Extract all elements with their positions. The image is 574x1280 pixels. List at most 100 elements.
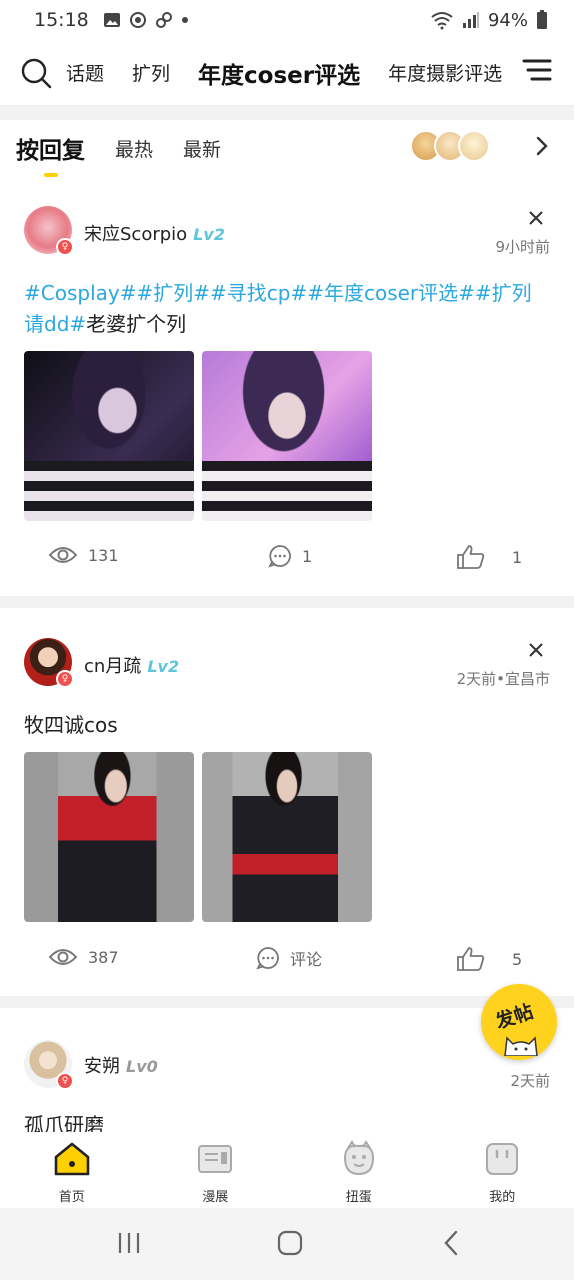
- post-stats: 387 评论 5: [0, 946, 574, 976]
- tab-annual-photography-vote[interactable]: 年度摄影评选: [388, 59, 502, 86]
- nav-home-label: 首页: [58, 1190, 85, 1205]
- comment-count: 1: [302, 546, 313, 566]
- gender-badge: ♀: [56, 670, 74, 688]
- tab-topics[interactable]: 话题: [66, 59, 104, 86]
- post-time: 9小时前: [495, 238, 550, 256]
- avatar[interactable]: ♀: [24, 638, 74, 688]
- eye-icon: [48, 949, 78, 965]
- nav-gacha-label: 扭蛋: [345, 1190, 372, 1205]
- tab-annual-coser-vote[interactable]: 年度coser评选: [198, 56, 360, 90]
- post-content: 孤爪研磨: [24, 1110, 550, 1132]
- thumbs-up-icon: [457, 545, 485, 569]
- home-button-icon[interactable]: [277, 1230, 303, 1256]
- level-badge: Lv2: [147, 657, 180, 676]
- sync-notification-icon: [129, 12, 146, 28]
- gacha-icon: [343, 1140, 374, 1176]
- like-button[interactable]: 5: [456, 946, 522, 972]
- system-navigation-bar: [0, 1208, 574, 1280]
- post-card[interactable]: ♀ 宋应Scorpio Lv2 9小时前 #Cosplay##扩列##寻找cp##…: [0, 186, 574, 596]
- status-bar: 15:18 94%: [0, 0, 574, 40]
- post-image[interactable]: [202, 752, 372, 922]
- profile-icon: [486, 1143, 519, 1175]
- post-content: 牧四诚cos: [24, 710, 550, 741]
- battery-percent: 94%: [487, 9, 528, 31]
- more-dot-icon: [181, 17, 188, 23]
- nav-expo[interactable]: 漫展: [144, 1132, 288, 1208]
- view-count-value: 387: [88, 947, 119, 967]
- expo-icon: [198, 1145, 233, 1173]
- bottom-navigation: 首页 漫展 扭蛋 我的: [0, 1132, 574, 1208]
- search-icon[interactable]: [20, 57, 52, 89]
- level-badge: Lv0: [126, 1057, 158, 1076]
- comment-button[interactable]: 1: [268, 544, 312, 568]
- close-icon[interactable]: [528, 642, 544, 658]
- signal-icon: [462, 12, 479, 28]
- post-time: 2天前•宜昌市: [456, 670, 550, 688]
- comment-icon: [256, 947, 279, 970]
- section-divider: [0, 596, 574, 608]
- nav-home[interactable]: 首页: [0, 1132, 144, 1208]
- sort-bar: 按回复 最热 最新: [0, 120, 574, 177]
- comment-icon: [268, 545, 291, 568]
- post-time: 2天前: [510, 1072, 550, 1090]
- recent-apps-icon[interactable]: [117, 1230, 141, 1256]
- sort-by-hot[interactable]: 最热: [115, 135, 153, 162]
- menu-icon[interactable]: [522, 57, 552, 83]
- view-count: 131: [48, 544, 119, 566]
- sort-by-reply[interactable]: 按回复: [16, 131, 85, 177]
- gallery-notification-icon: [103, 13, 120, 27]
- avatar[interactable]: ♀: [24, 1040, 74, 1090]
- tab-make-friends[interactable]: 扩列: [132, 59, 170, 86]
- post-content: #Cosplay##扩列##寻找cp##年度coser评选##扩列请dd#老婆扩…: [24, 278, 550, 340]
- post-image[interactable]: [24, 752, 194, 922]
- like-button[interactable]: 1: [456, 544, 522, 570]
- section-divider: [0, 106, 574, 120]
- username: cn月疏: [84, 656, 142, 677]
- post-text: 老婆扩个列: [86, 312, 187, 336]
- gender-badge: ♀: [56, 238, 74, 256]
- new-post-button[interactable]: 发帖: [481, 984, 557, 1060]
- close-icon[interactable]: [528, 210, 544, 226]
- level-badge: Lv2: [193, 225, 225, 244]
- battery-icon: [537, 10, 547, 29]
- nav-gacha[interactable]: 扭蛋: [287, 1132, 431, 1208]
- post-text: 牧四诚cos: [24, 713, 118, 737]
- post-images: [24, 752, 372, 922]
- back-icon[interactable]: [442, 1230, 460, 1256]
- like-count: 1: [512, 547, 523, 567]
- eye-icon: [48, 547, 78, 563]
- post-card[interactable]: ♀ cn月疏 Lv2 2天前•宜昌市 牧四诚cos 387 评论 5: [0, 608, 574, 996]
- link-notification-icon: [155, 12, 172, 28]
- post-author[interactable]: 安朔 Lv0: [84, 1052, 158, 1078]
- post-image[interactable]: [24, 351, 194, 521]
- post-text: 孤爪研磨: [24, 1113, 104, 1132]
- top-tabs: 话题 扩列 年度coser评选 年度摄影评选: [66, 56, 506, 90]
- thumbs-up-icon: [457, 947, 485, 971]
- status-time: 15:18: [34, 9, 89, 31]
- view-count-value: 131: [88, 545, 119, 565]
- post-image[interactable]: [202, 351, 372, 521]
- cat-mascot-icon: [504, 1036, 538, 1056]
- view-count: 387: [48, 946, 119, 968]
- post-images: [24, 351, 372, 521]
- post-author[interactable]: cn月疏 Lv2: [84, 652, 179, 678]
- nav-profile[interactable]: 我的: [431, 1132, 574, 1208]
- username: 安朔: [84, 1056, 120, 1077]
- post-stats: 131 1 1: [0, 544, 574, 574]
- chevron-right-icon[interactable]: [534, 136, 550, 156]
- comment-count: 评论: [290, 950, 323, 969]
- participant-avatars[interactable]: [410, 130, 490, 162]
- avatar[interactable]: ♀: [24, 206, 74, 256]
- nav-expo-label: 漫展: [202, 1190, 229, 1205]
- wifi-icon: [431, 12, 453, 30]
- nav-profile-label: 我的: [489, 1190, 516, 1205]
- username: 宋应Scorpio: [84, 224, 188, 245]
- home-icon: [54, 1142, 90, 1176]
- avatar: [458, 130, 490, 162]
- sort-by-newest[interactable]: 最新: [183, 135, 221, 162]
- gender-badge: ♀: [56, 1072, 74, 1090]
- like-count: 5: [512, 949, 523, 969]
- comment-button[interactable]: 评论: [256, 946, 322, 970]
- top-navigation: 话题 扩列 年度coser评选 年度摄影评选: [0, 40, 574, 106]
- post-author[interactable]: 宋应Scorpio Lv2: [84, 220, 225, 246]
